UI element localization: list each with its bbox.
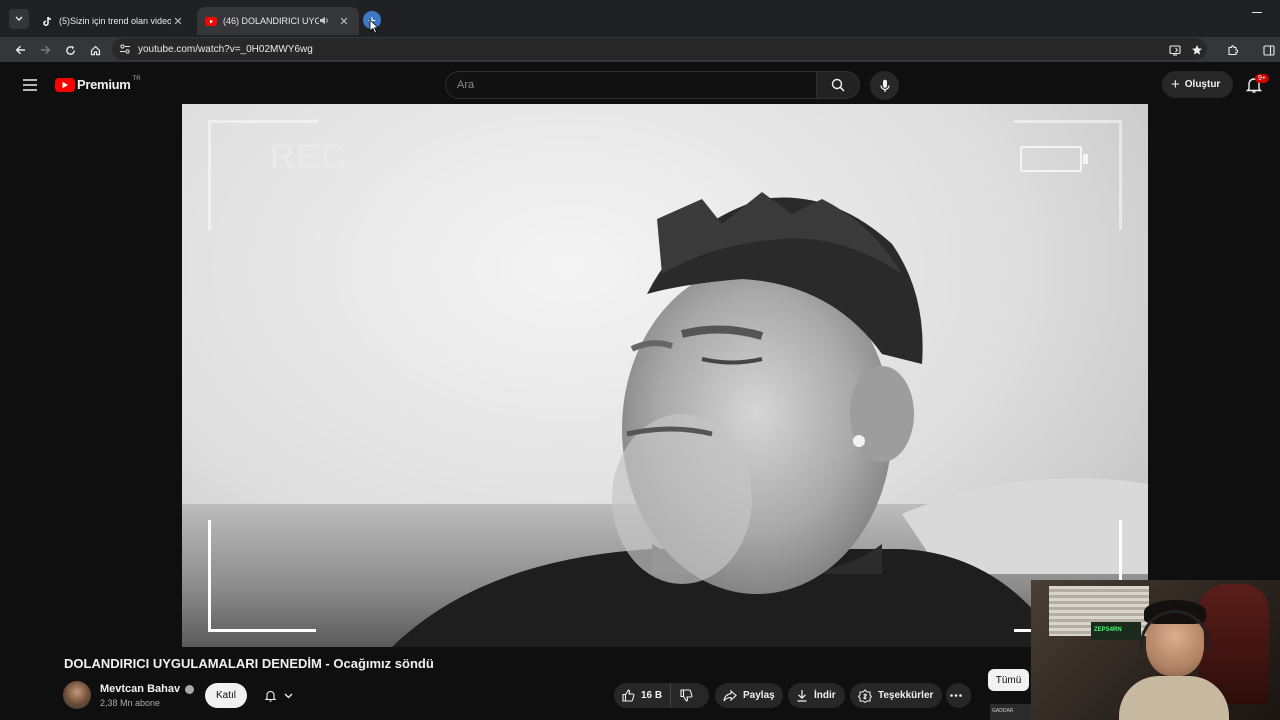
bookmark-star-icon[interactable]: [1189, 42, 1205, 58]
rec-overlay-text: REC: [270, 138, 348, 176]
youtube-premium-logo[interactable]: Premium TR: [55, 75, 141, 92]
viewfinder-corner-top-right: [1014, 120, 1122, 230]
more-actions-button[interactable]: [946, 683, 971, 708]
channel-name: Mevtcan Bahav: [100, 683, 181, 695]
tab-search-button[interactable]: [9, 9, 29, 29]
forward-icon[interactable]: [37, 42, 53, 58]
share-icon: [723, 689, 737, 701]
video-title: DOLANDIRICI UYGULAMALARI DENEDİM - Ocağı…: [64, 656, 434, 671]
tab-youtube[interactable]: (46) DOLANDIRICI UYGULAMALARI DENEDİM ✕: [197, 7, 359, 35]
youtube-play-icon: [55, 77, 75, 92]
background-monitor: ZEPS4RN: [1091, 622, 1141, 640]
microphone-icon: [879, 79, 890, 92]
thanks-label: Teşekkürler: [878, 690, 934, 701]
side-panel-icon[interactable]: [1261, 42, 1277, 58]
thanks-button[interactable]: Teşekkürler: [850, 683, 942, 708]
like-button[interactable]: 16 B: [614, 683, 672, 708]
share-button[interactable]: Paylaş: [715, 683, 783, 708]
menu-icon[interactable]: [22, 78, 38, 92]
search-box[interactable]: [445, 71, 817, 99]
voice-search-button[interactable]: [870, 71, 899, 100]
download-label: İndir: [814, 690, 836, 701]
logo-text: Premium: [77, 77, 131, 92]
webcam-overlay: ZEPS4RN: [1031, 580, 1280, 720]
plus-icon: +: [1171, 76, 1180, 93]
reload-icon[interactable]: [62, 42, 78, 58]
create-button[interactable]: + Oluştur: [1162, 71, 1233, 98]
create-label: Oluştur: [1184, 79, 1221, 90]
extensions-icon[interactable]: [1225, 42, 1241, 58]
cast-icon[interactable]: [1167, 42, 1183, 58]
subscription-notifications-button[interactable]: [254, 683, 302, 708]
dislike-button[interactable]: [671, 689, 699, 702]
monitor-text: ZEPS4RN: [1094, 627, 1122, 633]
back-icon[interactable]: [12, 42, 28, 58]
video-frame-person: [392, 192, 1148, 647]
super-thanks-icon: [858, 688, 872, 703]
video-player[interactable]: REC: [182, 104, 1148, 647]
tab-title: (5)Sizin için trend olan videolar: [59, 16, 171, 26]
minimize-icon[interactable]: [1252, 12, 1262, 13]
tab-title: (46) DOLANDIRICI UYGULAMALARI DENEDİM: [223, 16, 319, 26]
subscriber-count: 2,38 Mn abone: [100, 698, 161, 708]
youtube-icon: [205, 15, 217, 27]
viewfinder-corner-bottom-left: [208, 520, 316, 632]
search-input[interactable]: [457, 79, 816, 91]
chevron-down-icon: [284, 693, 292, 698]
download-button[interactable]: İndir: [788, 683, 845, 708]
recommended-video-thumbnail[interactable]: GADDAR: [990, 704, 1031, 720]
tab-close-icon[interactable]: ✕: [171, 15, 185, 28]
like-dislike-group: 16 B: [614, 683, 709, 708]
notifications-badge: 9+: [1255, 74, 1269, 83]
speaker-icon[interactable]: [319, 16, 333, 27]
channel-name-link[interactable]: Mevtcan Bahav: [100, 683, 195, 695]
search-icon: [831, 78, 845, 92]
verified-icon: [185, 684, 195, 694]
browser-tab-bar: (5)Sizin için trend olan videolar ✕ (46)…: [0, 0, 1280, 37]
battery-overlay-icon: [1020, 146, 1088, 172]
tab-close-icon[interactable]: ✕: [337, 15, 351, 28]
chevron-down-icon: [15, 16, 23, 21]
channel-avatar[interactable]: [63, 681, 91, 709]
search-button[interactable]: [817, 71, 860, 99]
logo-region: TR: [132, 75, 141, 82]
bell-icon: [264, 690, 276, 702]
thumbnail-text: GADDAR: [992, 708, 1014, 714]
chip-all[interactable]: Tümü: [988, 669, 1029, 691]
thumbs-up-icon: [622, 689, 635, 702]
join-button[interactable]: Katıl: [205, 683, 247, 708]
share-label: Paylaş: [743, 690, 775, 701]
mouse-cursor-icon: [369, 19, 379, 34]
browser-toolbar: youtube.com/watch?v=_0H02MWY6wg: [0, 37, 1280, 62]
home-icon[interactable]: [87, 42, 103, 58]
url-text: youtube.com/watch?v=_0H02MWY6wg: [138, 43, 313, 55]
like-count: 16 B: [641, 690, 663, 701]
thumbs-down-icon: [680, 689, 693, 702]
site-settings-icon[interactable]: [118, 42, 132, 56]
address-bar[interactable]: youtube.com/watch?v=_0H02MWY6wg: [112, 38, 1207, 60]
tiktok-icon: [41, 15, 53, 27]
more-horizontal-icon: [949, 694, 962, 697]
tab-tiktok[interactable]: (5)Sizin için trend olan videolar ✕: [33, 7, 193, 35]
youtube-header: Premium TR + Oluştur 9+: [0, 66, 1280, 106]
download-icon: [797, 690, 807, 702]
